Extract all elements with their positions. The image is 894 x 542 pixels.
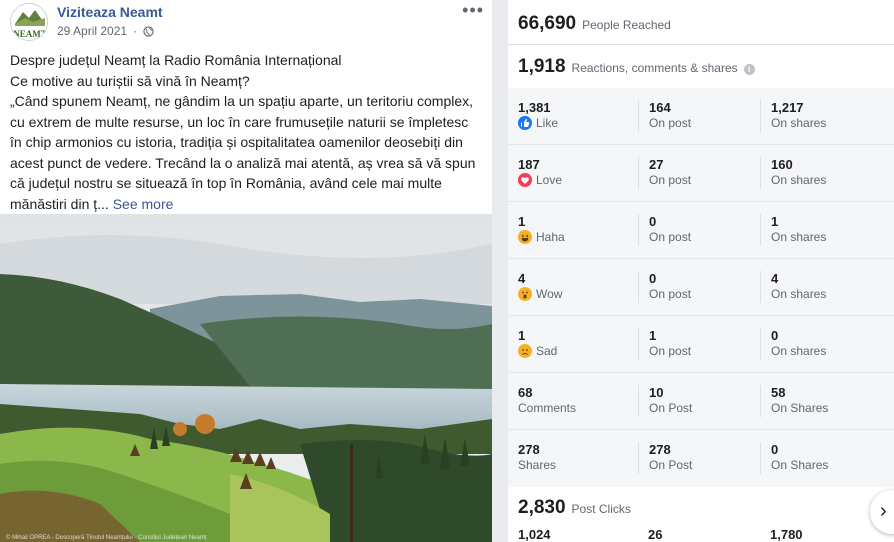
reaction-total: 1 xyxy=(518,214,526,229)
engagement-label: Reactions, comments & shares xyxy=(571,61,738,75)
post-date[interactable]: 29 April 2021 xyxy=(57,24,127,38)
haha-icon xyxy=(518,230,532,244)
on-shares-value: 0 xyxy=(771,328,779,343)
clicks-label: Post Clicks xyxy=(571,502,631,516)
on-shares-value: 1,217 xyxy=(771,100,804,115)
reaction-row-sad: 1 Sad 1 On post 0 On shares xyxy=(508,316,894,373)
reaction-total: 1 xyxy=(518,328,526,343)
avatar-logo-text: NEAMT xyxy=(13,29,47,39)
on-shares-label: On Shares xyxy=(771,401,829,415)
reactions-grid: 1,381 Like 164 On post 1,217 On shares 1 xyxy=(508,88,894,487)
on-post-value: 10 xyxy=(649,385,664,400)
on-shares-value: 1 xyxy=(771,214,779,229)
globe-icon xyxy=(143,25,154,37)
clicks-breakdown-value: 1,780 xyxy=(770,527,803,542)
on-shares-label: On shares xyxy=(771,173,827,187)
on-post-label: On Post xyxy=(649,458,693,472)
on-shares-value: 0 xyxy=(771,442,779,457)
shares-total: 278 xyxy=(518,442,540,457)
post-text: Despre județul Neamț la Radio România In… xyxy=(10,50,482,214)
on-shares-label: On shares xyxy=(771,287,827,301)
reaction-label: Love xyxy=(536,173,563,187)
reaction-row-like: 1,381 Like 164 On post 1,217 On shares xyxy=(508,88,894,145)
engagement-summary: 1,918 Reactions, comments & shares i xyxy=(508,56,755,78)
like-icon xyxy=(518,116,532,130)
shares-row: 278 Shares 278 On Post 0 On Shares xyxy=(508,430,894,487)
on-post-value: 164 xyxy=(649,100,671,115)
on-post-label: On post xyxy=(649,344,692,358)
post-text-line: Despre județul Neamț la Radio România In… xyxy=(10,52,342,68)
divider xyxy=(508,44,894,45)
post-meta: 29 April 2021 · xyxy=(57,24,154,38)
post-text-line: „Când spunem Neamț, ne gândim la un spaț… xyxy=(10,91,482,214)
reaction-label: Haha xyxy=(536,230,565,244)
comments-row: 68 Comments 10 On Post 58 On Shares xyxy=(508,373,894,430)
reaction-total: 187 xyxy=(518,157,540,172)
reach-value: 66,690 xyxy=(518,13,577,34)
reaction-row-love: 187 Love 27 On post 160 On shares xyxy=(508,145,894,202)
reach-label: People Reached xyxy=(582,18,671,32)
post-photo[interactable]: © Mihail OPREA - Descoperă Ținutul Neamț… xyxy=(0,214,492,542)
reaction-row-wow: 4 Wow 0 On post 4 On shares xyxy=(508,259,894,316)
on-post-label: On post xyxy=(649,173,692,187)
on-post-label: On post xyxy=(649,287,692,301)
chevron-right-icon: › xyxy=(880,500,887,522)
post-clicks: 2,830 Post Clicks xyxy=(508,497,631,519)
clicks-value: 2,830 xyxy=(518,497,566,518)
on-shares-label: On shares xyxy=(771,344,827,358)
post-text-body: „Când spunem Neamț, ne gândim la un spaț… xyxy=(10,93,476,212)
see-more-link[interactable]: See more xyxy=(113,196,174,212)
engagement-value: 1,918 xyxy=(518,56,566,77)
clicks-breakdown-row: 1,024 26 1,780 xyxy=(508,527,894,542)
love-icon xyxy=(518,173,532,187)
on-post-value: 278 xyxy=(649,442,671,457)
reaction-label: Sad xyxy=(536,344,558,358)
on-post-value: 27 xyxy=(649,157,664,172)
on-post-label: On post xyxy=(649,116,692,130)
more-horizontal-icon[interactable]: ••• xyxy=(462,0,484,21)
wow-icon xyxy=(518,287,532,301)
clicks-breakdown-value: 26 xyxy=(648,527,663,542)
clicks-breakdown-value: 1,024 xyxy=(518,527,551,542)
post-card: NEAMT Viziteaza Neamt 29 April 2021 · ••… xyxy=(0,0,492,542)
info-icon[interactable]: i xyxy=(743,64,755,75)
on-post-value: 1 xyxy=(649,328,657,343)
on-shares-label: On Shares xyxy=(771,458,829,472)
comments-total: 68 xyxy=(518,385,533,400)
comments-label: Comments xyxy=(518,401,577,415)
on-post-value: 0 xyxy=(649,271,657,286)
on-post-value: 0 xyxy=(649,214,657,229)
page-name[interactable]: Viziteaza Neamt xyxy=(57,4,163,20)
on-shares-label: On shares xyxy=(771,230,827,244)
page-avatar[interactable]: NEAMT xyxy=(10,3,48,41)
on-shares-value: 4 xyxy=(771,271,779,286)
sad-icon xyxy=(518,344,532,358)
post-text-line: Ce motive au turiștii să vină în Neamț? xyxy=(10,72,250,89)
on-shares-value: 160 xyxy=(771,157,793,172)
post-header: NEAMT Viziteaza Neamt 29 April 2021 · ••… xyxy=(0,0,492,46)
reaction-label: Wow xyxy=(536,287,563,301)
photo-credit: © Mihail OPREA - Descoperă Ținutul Neamț… xyxy=(6,535,207,541)
insights-panel: 66,690 People Reached 1,918 Reactions, c… xyxy=(508,0,894,542)
reaction-label: Like xyxy=(536,116,559,130)
on-post-label: On Post xyxy=(649,401,693,415)
on-shares-value: 58 xyxy=(771,385,786,400)
on-shares-label: On shares xyxy=(771,116,827,130)
reaction-row-haha: 1 Haha 0 On post 1 On shares xyxy=(508,202,894,259)
reaction-total: 1,381 xyxy=(518,100,551,115)
people-reached: 66,690 People Reached xyxy=(508,13,671,35)
shares-label: Shares xyxy=(518,458,557,472)
on-post-label: On post xyxy=(649,230,692,244)
reaction-total: 4 xyxy=(518,271,526,286)
